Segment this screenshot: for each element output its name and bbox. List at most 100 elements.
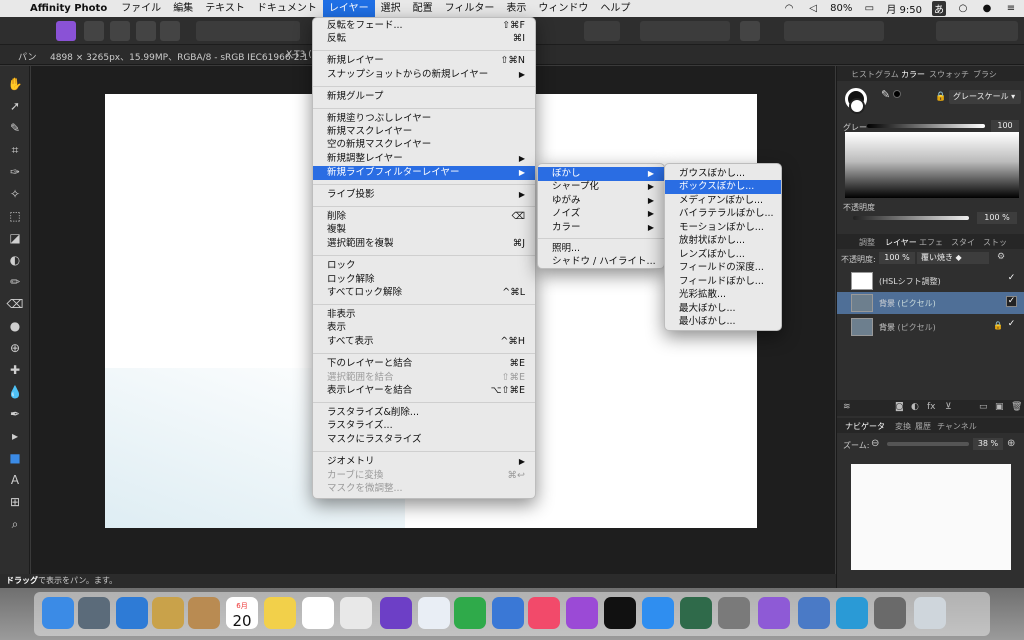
layer-menu-item[interactable]: 反転 ⌘I	[313, 32, 535, 46]
layer-menu-item[interactable]: 下のレイヤーと結合 ⌘E	[313, 357, 535, 371]
tab-transform[interactable]: 変換	[895, 421, 911, 432]
move-tool-icon[interactable]: ➚	[6, 98, 24, 114]
layer-menu-item[interactable]: 表示レイヤーを結合 ⌥⇧⌘E	[313, 384, 535, 398]
arrange-buttons-group[interactable]	[784, 21, 884, 41]
affinity-designer-icon[interactable]	[836, 597, 868, 629]
trash-icon[interactable]	[914, 597, 946, 629]
menu-layer[interactable]: レイヤー	[322, 0, 375, 17]
color-opacity-slider[interactable]	[853, 216, 969, 220]
menu-edit[interactable]: 編集	[167, 0, 199, 17]
layer-menu-item[interactable]: ロック解除	[313, 273, 535, 287]
music-icon[interactable]	[528, 597, 560, 629]
live-filter-menu-item[interactable]: ノイズ ▶	[538, 207, 664, 221]
tab-navigator[interactable]: ナビゲータ	[845, 421, 885, 432]
menu-select[interactable]: 選択	[375, 0, 407, 17]
tab-stock[interactable]: ストッ	[983, 237, 1007, 248]
layer-settings-icon[interactable]: ⚙	[997, 252, 1005, 262]
layer-stack-icon[interactable]: ≋	[843, 402, 851, 412]
battery-icon[interactable]: ▭	[862, 3, 876, 14]
shape-tool-icon[interactable]: ■	[6, 450, 24, 466]
erase-brush-icon[interactable]: ⌫	[6, 296, 24, 312]
tab-histogram[interactable]: ヒストグラム	[851, 69, 899, 80]
preview-alt-icon[interactable]	[798, 597, 830, 629]
blur-menu-item[interactable]: 最大ぼかし...	[665, 302, 781, 316]
secondary-color-well[interactable]	[849, 98, 865, 114]
layer-lock-icon[interactable]: 🔒	[993, 321, 1003, 330]
layer-menu-item[interactable]: 非表示	[313, 308, 535, 322]
search-icon[interactable]: ○	[956, 3, 970, 14]
blur-menu-item[interactable]: フィールドの深度...	[665, 261, 781, 275]
adjustment-quick-buttons[interactable]	[196, 21, 300, 41]
color-picker-icon[interactable]: ✎	[6, 120, 24, 136]
lock-icon[interactable]: 🔒	[935, 92, 946, 102]
tab-effects[interactable]: エフェ	[919, 237, 943, 248]
preview-icon[interactable]	[152, 597, 184, 629]
blur-menu-item[interactable]: フィールドぼかし...	[665, 275, 781, 289]
layer-row[interactable]: (HSLシフト調整) ✓	[837, 270, 1024, 292]
menu-arrange[interactable]: 配置	[407, 0, 439, 17]
navigator-preview[interactable]	[851, 464, 1011, 570]
tone-mapping-persona-icon[interactable]	[136, 21, 156, 41]
contacts-icon[interactable]	[188, 597, 220, 629]
mesh-warp-icon[interactable]: ⊞	[6, 494, 24, 510]
zoom-value-field[interactable]: 38 %	[973, 438, 1003, 450]
marquee-tool-icon[interactable]: ⬚	[6, 208, 24, 224]
layer-visibility-checkbox[interactable]: ✓	[1006, 296, 1017, 307]
user-icon[interactable]: ●	[980, 3, 994, 14]
crop-tool-icon[interactable]: ⌗	[6, 142, 24, 158]
safari-icon[interactable]	[116, 597, 148, 629]
live-filter-menu-item[interactable]: カラー ▶	[538, 221, 664, 235]
healing-tool-icon[interactable]: ✚	[6, 362, 24, 378]
paint-brush-icon[interactable]: ✏	[6, 274, 24, 290]
fx-icon[interactable]: fx	[927, 402, 936, 412]
blur-menu-item[interactable]: バイラテラルぼかし...	[665, 207, 781, 221]
affinity-icon[interactable]	[380, 597, 412, 629]
layer-menu-item[interactable]: ロック	[313, 259, 535, 273]
finder-icon[interactable]	[42, 597, 74, 629]
photo-persona-icon[interactable]	[56, 21, 76, 41]
selection-brush-icon[interactable]: ✑	[6, 164, 24, 180]
color-opacity-field[interactable]: 100 %	[977, 212, 1017, 224]
export-persona-icon[interactable]	[160, 21, 180, 41]
adjustment-icon[interactable]: ◐	[911, 402, 919, 412]
layer-menu-item[interactable]: 削除 ⌫	[313, 210, 535, 224]
input-method[interactable]: あ	[932, 1, 946, 16]
blur-menu-item[interactable]: メディアンぼかし...	[665, 194, 781, 208]
text-tool-icon[interactable]: A	[6, 472, 24, 488]
layer-menu-item[interactable]: 複製	[313, 223, 535, 237]
layer-opacity-field[interactable]: 100 %	[879, 252, 915, 264]
tab-history[interactable]: 履歴	[915, 421, 931, 432]
keynote-presentation-icon[interactable]	[492, 597, 524, 629]
node-tool-icon[interactable]: ▸	[6, 428, 24, 444]
layer-menu-item[interactable]: ジオメトリ ▶	[313, 455, 535, 469]
tab-styles[interactable]: スタイ	[951, 237, 975, 248]
develop-persona-icon[interactable]	[110, 21, 130, 41]
launchpad-icon[interactable]	[78, 597, 110, 629]
layer-menu-item[interactable]: ラスタライズ...	[313, 419, 535, 433]
live-filter-menu-item[interactable]: 照明...	[538, 242, 664, 256]
layer-menu-item[interactable]: マスクにラスタライズ	[313, 433, 535, 447]
calendar-icon[interactable]: 6月 20	[226, 597, 258, 630]
numbers-icon[interactable]	[454, 597, 486, 629]
layer-row-selected[interactable]: 背景 (ピクセル) ✓	[837, 292, 1024, 314]
layer-menu-item[interactable]: 空の新規マスクレイヤー	[313, 138, 535, 152]
app-store-icon[interactable]	[642, 597, 674, 629]
clone-tool-icon[interactable]: ⊕	[6, 340, 24, 356]
mask-icon[interactable]: ◙	[895, 402, 904, 412]
keynote-icon[interactable]	[418, 597, 450, 629]
tv-icon[interactable]	[604, 597, 636, 629]
color-gradient-box[interactable]	[845, 132, 1019, 198]
menu-filters[interactable]: フィルター	[439, 0, 501, 17]
live-filter-menu-item[interactable]: シャドウ / ハイライト...	[538, 255, 664, 269]
live-filter-icon[interactable]: ⊻	[945, 402, 952, 412]
gray-value-field[interactable]: 100	[991, 120, 1019, 132]
zoom-in-icon[interactable]: ⊕	[1007, 438, 1015, 449]
layer-menu-item[interactable]: 新規塗りつぶしレイヤー	[313, 112, 535, 126]
system-preferences-icon[interactable]	[718, 597, 750, 629]
wifi-icon[interactable]: ◠	[782, 3, 796, 14]
layer-row[interactable]: 背景 (ピクセル) 🔒 ✓	[837, 316, 1024, 338]
zoom-slider[interactable]	[887, 442, 969, 446]
tab-brushes[interactable]: ブラシ	[973, 69, 997, 80]
notes-icon[interactable]	[264, 597, 296, 629]
add-layer-icon[interactable]: ▣	[995, 402, 1004, 412]
